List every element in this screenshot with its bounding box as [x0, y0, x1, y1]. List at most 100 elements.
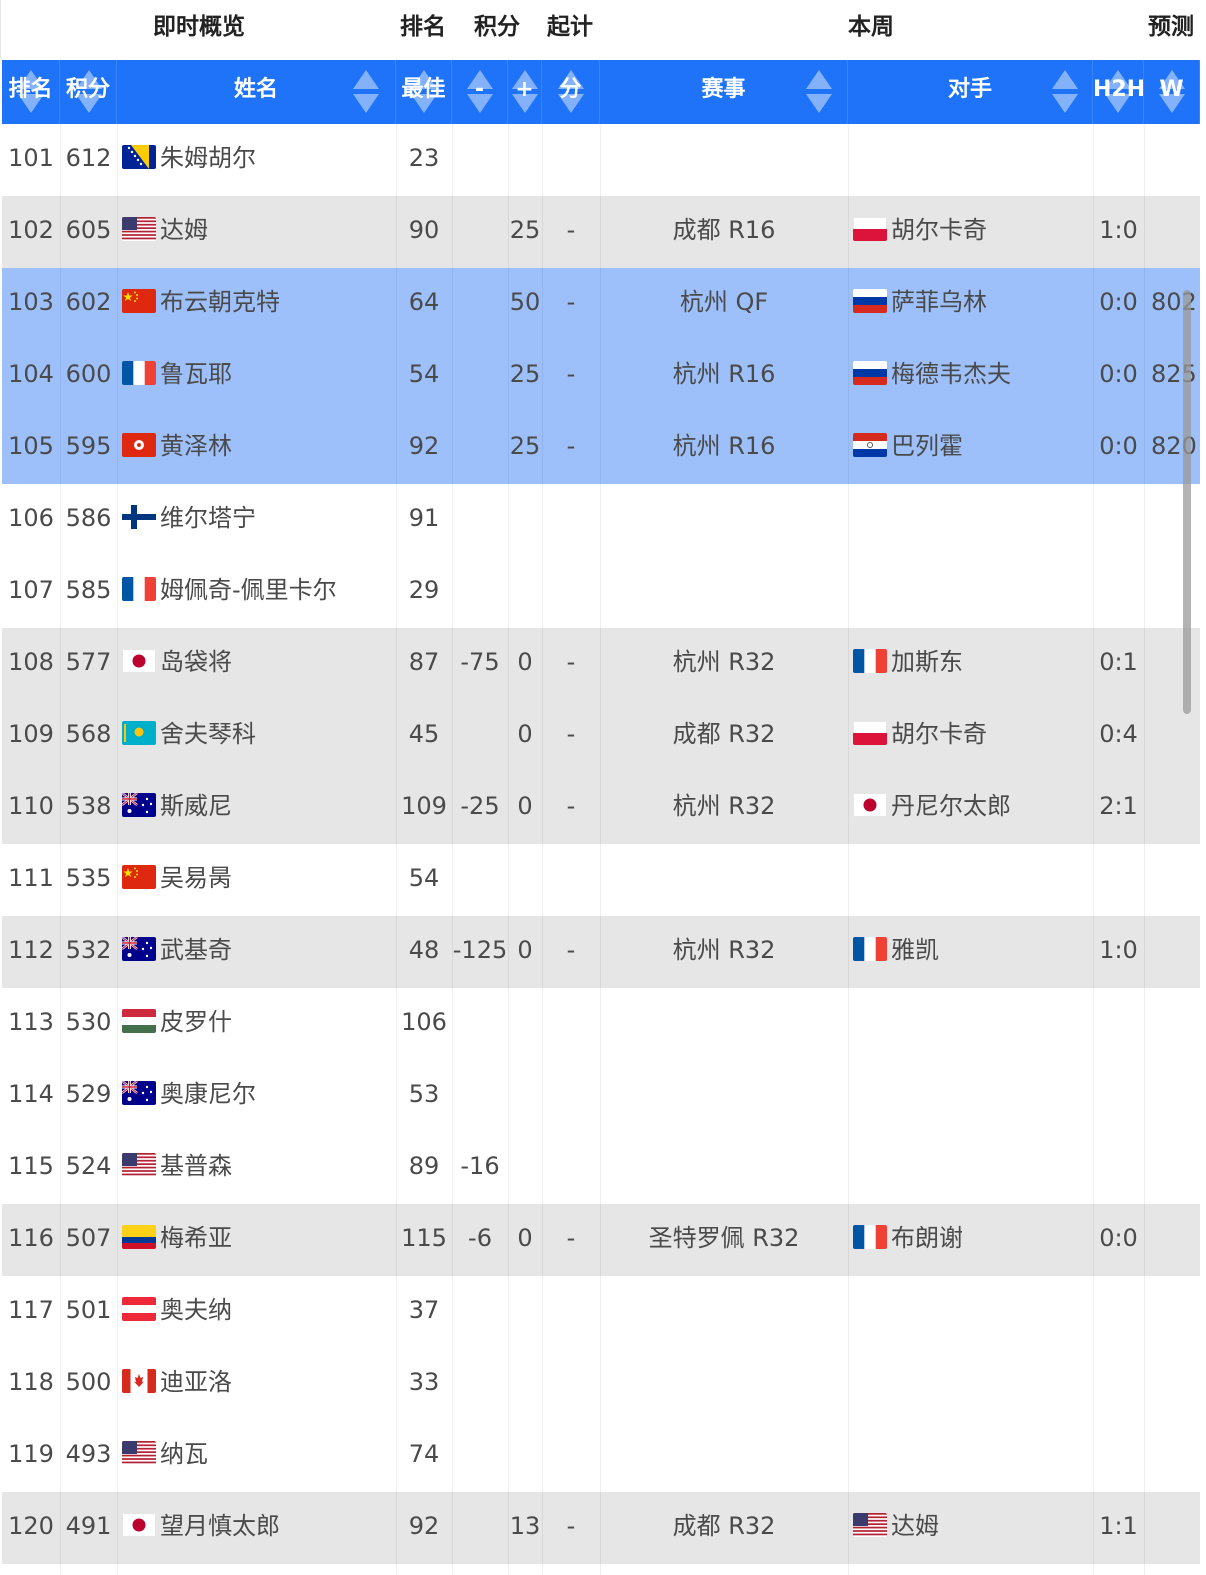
column-divider	[1144, 124, 1145, 1575]
table-row[interactable]: 106 586 维尔塔宁 91	[2, 484, 1200, 556]
win-points-cell	[1144, 988, 1200, 1060]
player-name[interactable]: 武基奇	[160, 936, 232, 964]
table-row[interactable]: 115 524 基普森 89 -16	[2, 1132, 1200, 1204]
column-header-win[interactable]: W	[1144, 60, 1200, 124]
table-row[interactable]: 111 535 吴易昺 54	[2, 844, 1200, 916]
event-cell	[600, 1276, 848, 1348]
win-points-cell	[1144, 1132, 1200, 1204]
column-header-points-change[interactable]: +	[508, 60, 542, 124]
player-name[interactable]: 奥康尼尔	[160, 1080, 256, 1108]
event-cell	[600, 1348, 848, 1420]
vertical-scrollbar[interactable]	[1183, 290, 1191, 714]
player-name[interactable]: 皮罗什	[160, 1008, 232, 1036]
table-row[interactable]: 102 605 达姆 90 25- 成都 R16 胡尔卡奇 1:0	[2, 196, 1200, 268]
rank-change-cell	[452, 1492, 508, 1564]
event-cell: 杭州 R16	[672, 432, 776, 460]
table-row[interactable]: 114 529 奥康尼尔 53	[2, 1060, 1200, 1132]
player-name-cell: 迪亚洛	[117, 1348, 396, 1420]
points-gain-cell: 0	[517, 936, 533, 964]
player-name[interactable]: 姆佩奇-佩里卡尔	[160, 576, 337, 604]
column-label-best: 最佳	[401, 77, 446, 102]
points-gain-cell	[508, 1132, 542, 1204]
h2h-cell: 1:0	[1099, 216, 1138, 244]
player-name[interactable]: 望月慎太郎	[160, 1512, 280, 1540]
table-row[interactable]: 110 538 斯威尼 109 -25 0 - 杭州 R32 丹尼尔太郎 2:1	[2, 772, 1200, 844]
start-points-cell: -	[566, 288, 576, 316]
player-name-cell: 舍夫琴科	[117, 700, 396, 772]
player-name[interactable]: 吴易昺	[160, 864, 232, 892]
points-cell: 568	[65, 720, 112, 748]
player-name[interactable]: 梅希亚	[160, 1224, 232, 1252]
player-name[interactable]: 斯威尼	[160, 792, 232, 820]
column-header-event[interactable]: 赛事	[600, 60, 848, 124]
rank-change-cell	[452, 124, 508, 196]
player-name[interactable]: 黄泽林	[160, 432, 232, 460]
column-header-points[interactable]: 积分	[60, 60, 117, 124]
player-name[interactable]: 基普森	[160, 1152, 232, 1180]
column-header-best[interactable]: 最佳	[396, 60, 452, 124]
table-row[interactable]: 117 501 奥夫纳 37	[2, 1276, 1200, 1348]
player-name[interactable]: 岛袋将	[160, 648, 232, 676]
player-name[interactable]: 朱姆胡尔	[160, 144, 256, 172]
france-flag-icon	[853, 649, 887, 673]
player-name[interactable]: 迪亚洛	[160, 1368, 232, 1396]
win-points-cell: 820	[1151, 432, 1197, 460]
column-header-start-points[interactable]: 分	[542, 60, 600, 124]
table-row[interactable]: 105 595 黄泽林 92 25- 杭州 R16 巴列霍 0:0 820	[2, 412, 1200, 484]
player-name[interactable]: 鲁瓦耶	[160, 360, 232, 388]
sort-icon	[1052, 68, 1078, 116]
opponent-cell	[848, 1348, 1093, 1420]
event-cell	[600, 556, 848, 628]
player-name[interactable]: 布云朝克特	[160, 288, 280, 316]
win-points-cell	[1144, 556, 1200, 628]
rank-change-cell	[452, 484, 508, 556]
sort-icon	[353, 68, 379, 116]
h2h-cell: 0:0	[1099, 288, 1138, 316]
column-header-opponent[interactable]: 对手	[848, 60, 1093, 124]
japan-flag-icon	[122, 649, 156, 673]
player-name-cell: 基普森	[117, 1132, 396, 1204]
opponent-name: 布朗谢	[891, 1224, 963, 1252]
table-row[interactable]: 119 493 纳瓦 74	[2, 1420, 1200, 1492]
event-cell: 成都 R16	[672, 216, 776, 244]
player-name[interactable]: 达姆	[160, 216, 208, 244]
column-header-rank-change[interactable]: -	[452, 60, 508, 124]
player-name-cell: 望月慎太郎	[117, 1492, 396, 1564]
table-row[interactable]: 120 491 望月慎太郎 92 13- 成都 R32 达姆 1:1	[2, 1492, 1200, 1564]
table-row[interactable]: 118 500 迪亚洛 33	[2, 1348, 1200, 1420]
column-label-h2h: H2H	[1093, 77, 1144, 102]
column-label-points-change: +	[515, 77, 534, 102]
sort-icon	[806, 68, 832, 116]
column-label-start-points: 分	[559, 77, 582, 102]
table-row[interactable]: 107 585 姆佩奇-佩里卡尔 29	[2, 556, 1200, 628]
table-row[interactable]: 109 568 舍夫琴科 45 0 - 成都 R32 胡尔卡奇 0:4	[2, 700, 1200, 772]
event-cell	[600, 988, 848, 1060]
opponent-cell: 达姆	[848, 1492, 1093, 1564]
column-header-name[interactable]: 姓名	[117, 60, 396, 124]
start-points-cell: -	[566, 360, 576, 388]
table-row[interactable]: 116 507 梅希亚 115 -6 0 - 圣特罗佩 R32 布朗谢 0:0	[2, 1204, 1200, 1276]
h2h-cell	[1093, 484, 1144, 556]
column-header-h2h[interactable]: H2H	[1093, 60, 1144, 124]
points-gain-cell	[508, 1420, 542, 1492]
points-gain-cell: 25	[509, 432, 541, 460]
h2h-cell: 2:1	[1099, 792, 1138, 820]
start-points-cell: -	[566, 720, 576, 748]
table-row[interactable]: 101 612 朱姆胡尔 23	[2, 124, 1200, 196]
column-divider	[60, 124, 61, 1575]
column-divider	[1093, 124, 1094, 1575]
table-row[interactable]: 112 532 武基奇 48 -125 0 - 杭州 R32 雅凯 1:0	[2, 916, 1200, 988]
table-row[interactable]: 104 600 鲁瓦耶 54 25- 杭州 R16 梅德韦杰夫 0:0 825	[2, 340, 1200, 412]
best-rank-cell: 64	[408, 288, 440, 316]
player-name[interactable]: 维尔塔宁	[160, 504, 256, 532]
points-gain-cell: 13	[509, 1512, 541, 1540]
player-name[interactable]: 奥夫纳	[160, 1296, 232, 1324]
points-gain-cell	[508, 1348, 542, 1420]
table-row[interactable]: 108 577 岛袋将 87 -75 0 - 杭州 R32 加斯东 0:1	[2, 628, 1200, 700]
player-name-cell: 朱姆胡尔	[117, 124, 396, 196]
player-name[interactable]: 舍夫琴科	[160, 720, 256, 748]
table-row[interactable]: 113 530 皮罗什 106	[2, 988, 1200, 1060]
table-row[interactable]: 103 602 布云朝克特 64 50- 杭州 QF 萨菲乌林 0:0 802	[2, 268, 1200, 340]
player-name[interactable]: 纳瓦	[160, 1440, 208, 1468]
column-header-rank[interactable]: 排名	[2, 60, 60, 124]
